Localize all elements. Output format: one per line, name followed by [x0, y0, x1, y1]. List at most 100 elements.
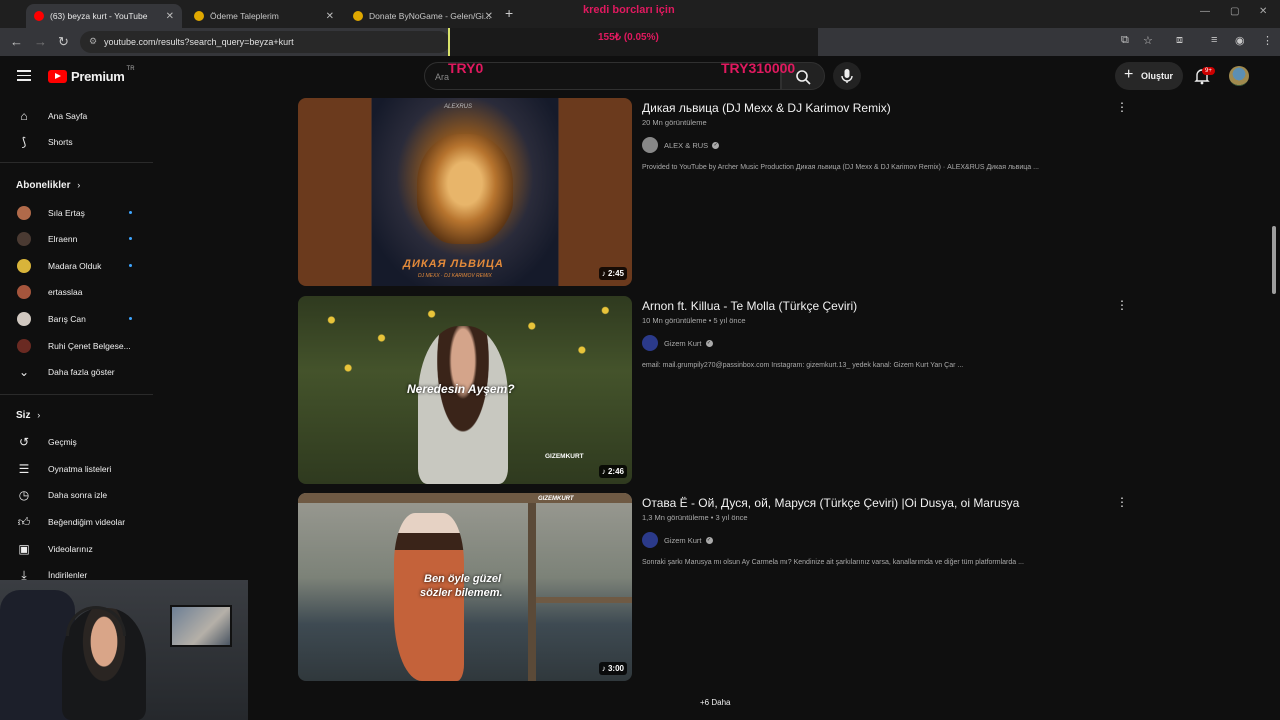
- sidebar-item-label: Beğendiğim videolar: [48, 517, 126, 527]
- you-header[interactable]: Siz ›: [16, 410, 40, 421]
- video-description: Sonraki şarkı Marusya mı olsun Ay Carmel…: [642, 559, 1024, 566]
- video-title[interactable]: Отава Ё - Ой, Дуся, ой, Маруся (Türkçe Ç…: [642, 496, 1019, 510]
- close-tab-icon[interactable]: ✕: [166, 11, 174, 22]
- video-title[interactable]: Arnon ft. Killua - Te Molla (Türkçe Çevi…: [642, 299, 857, 313]
- extensions-icon[interactable]: ⧈: [1176, 34, 1183, 47]
- shorts-icon: ⟆: [21, 135, 27, 149]
- url-field[interactable]: ⚙ youtube.com/results?search_query=beyza…: [80, 31, 450, 53]
- post-image: [528, 503, 536, 681]
- duration-badge: ♪ 2:45: [598, 267, 627, 280]
- video-title[interactable]: Дикая львица (DJ Mexx & DJ Karimov Remix…: [642, 101, 891, 115]
- verified-icon: ✓: [705, 339, 713, 347]
- new-content-dot: [129, 264, 132, 267]
- browser-menu-icon[interactable]: ⋮: [1262, 34, 1273, 47]
- you-header-label: Siz: [16, 410, 31, 421]
- sidebar-item-playlists[interactable]: ☰ Oynatma listeleri: [0, 456, 155, 482]
- sidebar-item-liked[interactable]: 👍︎ Beğendiğim videolar: [0, 509, 155, 535]
- minimize-icon[interactable]: —: [1200, 6, 1210, 17]
- sidebar-item-label: Ana Sayfa: [48, 111, 88, 121]
- channel-name: Gizem Kurt: [664, 338, 702, 348]
- sidebar-divider: [0, 162, 153, 163]
- scrollbar-thumb[interactable]: [1272, 226, 1276, 294]
- tab-donate[interactable]: Donate ByNoGame - Gelen/Gi... ✕: [345, 4, 501, 28]
- sidebar-item-history[interactable]: ↺ Geçmiş: [0, 429, 155, 455]
- close-tab-icon[interactable]: ✕: [485, 11, 493, 22]
- sidebar-item-home[interactable]: ⌂ Ana Sayfa: [0, 103, 155, 129]
- sidebar-item-show-more[interactable]: ⌄ Daha fazla göster: [0, 359, 155, 385]
- tab-title: Donate ByNoGame - Gelen/Gi...: [369, 11, 491, 21]
- youtube-play-icon: [48, 70, 67, 83]
- sidebar-item-subscription[interactable]: Ruhi Çenet Belgese...: [0, 333, 155, 359]
- channel-avatar: [17, 312, 31, 326]
- sidebar-item-subscription[interactable]: ertasslaa: [0, 279, 155, 305]
- close-window-icon[interactable]: ✕: [1259, 6, 1267, 17]
- sidebar-item-your-videos[interactable]: ▣ Videolarınız: [0, 536, 155, 562]
- video-thumbnail[interactable]: ALEXRUS ДИКАЯ ЛЬВИЦА DJ MEXX · DJ KARIMO…: [298, 98, 632, 286]
- video-description: Provided to YouTube by Archer Music Prod…: [642, 164, 1039, 171]
- notification-count-badge: 9+: [1202, 67, 1215, 75]
- video-thumbnail[interactable]: GIZEMKURT Ben öyle güzel sözler bilemem.…: [298, 493, 632, 681]
- sidebar-item-subscription[interactable]: Elraenn: [0, 226, 155, 252]
- sidebar-item-watch-later[interactable]: ◷ Daha sonra izle: [0, 482, 155, 508]
- tab-odeme[interactable]: Ödeme Taleplerim ✕: [186, 4, 342, 28]
- new-tab-icon[interactable]: +: [505, 5, 513, 21]
- url-text: youtube.com/results?search_query=beyza+k…: [104, 37, 294, 47]
- subscriptions-header[interactable]: Abonelikler ›: [16, 180, 80, 191]
- sidebar-item-subscription[interactable]: Barış Can: [0, 306, 155, 332]
- reload-icon[interactable]: ↻: [58, 34, 69, 50]
- account-avatar[interactable]: [1229, 66, 1249, 86]
- install-icon[interactable]: ⧉: [1121, 34, 1129, 47]
- sidebar-item-label: Elraenn: [48, 234, 78, 244]
- voice-search-button[interactable]: [833, 62, 861, 90]
- forward-icon[interactable]: →: [34, 34, 47, 49]
- channel-link[interactable]: Gizem Kurt ✓: [642, 532, 713, 548]
- profile-icon[interactable]: ◉: [1235, 34, 1245, 47]
- duration-text: 2:45: [607, 269, 624, 278]
- brand-text: Premium: [71, 69, 125, 84]
- sidebar-item-shorts[interactable]: ⟆ Shorts: [0, 129, 155, 155]
- tab-title: Ödeme Taleplerim: [210, 11, 279, 21]
- channel-link[interactable]: ALEX & RUS ✓: [642, 137, 720, 153]
- channel-avatar: [642, 532, 658, 548]
- sidebar-item-subscription[interactable]: Sıla Ertaş: [0, 200, 155, 226]
- menu-icon[interactable]: [17, 70, 31, 81]
- sidebar-divider: [0, 394, 153, 395]
- bookmark-star-icon[interactable]: ☆: [1143, 34, 1153, 47]
- overlay-goal-title: kredi borcları için: [583, 4, 675, 16]
- youtube-premium-logo[interactable]: Premium TR: [48, 66, 135, 84]
- channel-avatar: [17, 206, 31, 220]
- scrollbar[interactable]: [1271, 60, 1277, 720]
- channel-avatar: [642, 335, 658, 351]
- duration-badge: ♪ 2:46: [598, 465, 627, 478]
- more-actions-icon[interactable]: ⋮: [1116, 495, 1128, 509]
- create-button[interactable]: + Oluştur: [1115, 62, 1183, 90]
- youtube-masthead: Premium TR Ara + Oluştur 9+: [0, 56, 1280, 96]
- overlay-goal-max: TRY310000: [721, 60, 796, 76]
- sidebar-item-label: Shorts: [48, 137, 73, 147]
- channel-link[interactable]: Gizem Kurt ✓: [642, 335, 713, 351]
- sidebar-item-label: Sıla Ertaş: [48, 208, 85, 218]
- sidebar-item-label: Madara Olduk: [48, 261, 102, 271]
- video-thumbnail[interactable]: Neredesin Ayşem? GIZEMKURT ♪ 2:46: [298, 296, 632, 484]
- create-label: Oluştur: [1141, 71, 1174, 81]
- video-meta: 10 Mn görüntüleme • 5 yıl önce: [642, 316, 746, 325]
- tab-youtube[interactable]: (63) beyza kurt - YouTube ✕: [26, 4, 182, 28]
- new-content-dot: [129, 237, 132, 240]
- thumbnail-watermark: GIZEMKURT: [545, 453, 584, 460]
- more-actions-icon[interactable]: ⋮: [1116, 298, 1128, 312]
- close-tab-icon[interactable]: ✕: [326, 11, 334, 22]
- bynogame-favicon-icon: [194, 11, 204, 21]
- channel-avatar: [17, 259, 31, 273]
- sidebar-item-subscription[interactable]: Madara Olduk: [0, 253, 155, 279]
- site-info-icon[interactable]: ⚙: [89, 36, 97, 47]
- thumbnail-watermark: GIZEMKURT: [538, 496, 574, 502]
- maximize-icon[interactable]: ▢: [1230, 6, 1239, 17]
- show-more-results-button[interactable]: +6 Daha: [700, 698, 730, 707]
- back-icon[interactable]: ←: [10, 34, 23, 49]
- railing-image: [298, 493, 632, 503]
- verified-icon: ✓: [712, 141, 720, 149]
- more-actions-icon[interactable]: ⋮: [1116, 100, 1128, 114]
- channel-name: ALEX & RUS: [664, 140, 709, 150]
- media-controls-icon[interactable]: ≡: [1211, 34, 1217, 46]
- microphone-icon: [841, 69, 853, 83]
